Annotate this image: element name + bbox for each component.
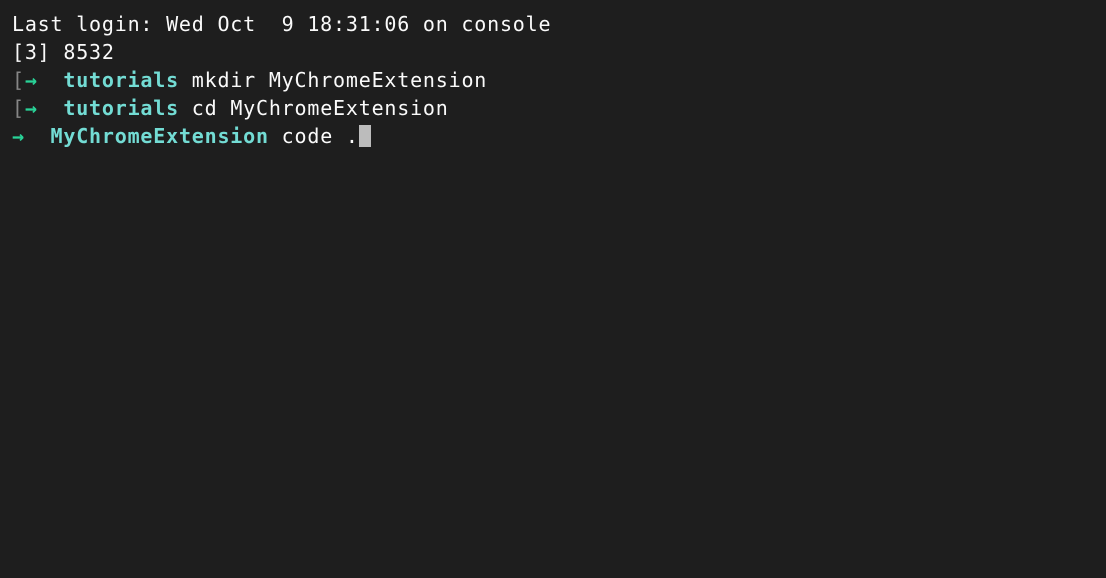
arrow-icon: → [25,68,64,92]
arrow-icon: → [12,124,51,148]
prompt-dir: MyChromeExtension [51,124,269,148]
job-line: [3] 8532 [12,38,1094,66]
command-text: mkdir MyChromeExtension [179,68,487,92]
bracket-open: [ [12,68,25,92]
command-text: cd MyChromeExtension [179,96,449,120]
cursor-block [359,125,371,147]
arrow-icon: → [25,96,64,120]
bracket-open: [ [12,96,25,120]
last-login-line: Last login: Wed Oct 9 18:31:06 on consol… [12,10,1094,38]
prompt-dir: tutorials [63,96,179,120]
prompt-dir: tutorials [63,68,179,92]
command-input[interactable]: code . [269,124,359,148]
history-line: [→ tutorials cd MyChromeExtension [12,94,1094,122]
current-line[interactable]: → MyChromeExtension code . [12,122,1094,150]
history-line: [→ tutorials mkdir MyChromeExtension [12,66,1094,94]
